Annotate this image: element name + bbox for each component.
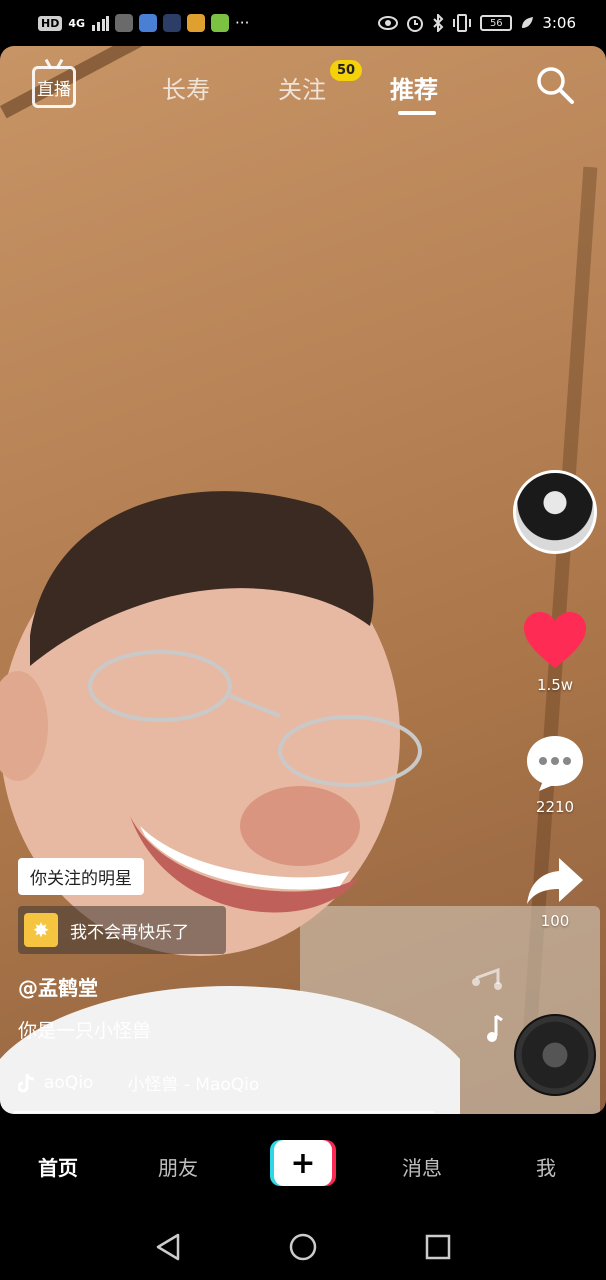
photo-app-icon [163,14,182,32]
bottom-tab-bar: 首页 朋友 + 消息 我 [0,1114,606,1214]
vibrate-icon [453,14,472,32]
comment-count: 2210 [535,798,575,816]
hd-badge: HD [38,15,63,31]
status-bar: HD 4G ··· 56 3:06 [0,0,606,46]
share-action[interactable]: 100 [518,856,592,930]
back-icon[interactable] [154,1232,182,1262]
wallet-app-icon [211,14,230,32]
music-app-icon [139,14,158,32]
author-name[interactable]: @孟鹤堂 [18,972,98,1001]
more-notifications-icon: ··· [235,14,250,32]
game-app-icon [187,14,206,32]
tab-longevity[interactable]: 长寿 [162,70,210,105]
floating-music-notes-icon [472,967,503,1042]
top-nav: 直播 长寿 关注 50 推荐 [0,60,606,120]
tab-friends[interactable]: 朋友 [158,1152,198,1181]
create-button[interactable]: + [270,1140,336,1186]
network-label: 4G [68,16,86,30]
video-description: 你是一只小怪兽 [18,1020,152,1042]
sticker-icon: ✸ [24,913,58,947]
tab-following[interactable]: 关注 [278,70,326,105]
tab-home[interactable]: 首页 [38,1152,78,1181]
video-progress-bar[interactable] [14,1111,434,1113]
live-button[interactable]: 直播 [32,66,76,108]
leaf-icon [522,17,534,28]
plus-icon: + [274,1140,332,1186]
following-star-chip[interactable]: 你关注的明星 [18,858,144,895]
bluetooth-icon [433,14,444,32]
creator-avatar[interactable] [513,470,597,554]
search-icon[interactable] [534,64,576,106]
signal-icon [92,16,110,31]
like-action[interactable]: 1.5w [518,612,592,694]
alarm-icon [407,16,424,32]
tab-recommended[interactable]: 推荐 [390,70,438,105]
home-icon[interactable] [288,1232,318,1262]
comment-action[interactable]: 2210 [518,734,592,816]
music-title: 小怪兽 - MaoQio [127,1075,260,1095]
recents-icon[interactable] [424,1233,452,1261]
clock: 3:06 [542,14,576,32]
active-tab-indicator [398,111,436,115]
battery-icon: 56 [480,15,513,31]
share-count: 100 [540,912,570,930]
music-disc[interactable] [514,1014,596,1096]
following-count-badge: 50 [330,60,363,81]
share-arrow-icon[interactable] [525,856,585,906]
heart-icon[interactable] [524,612,586,670]
tab-me[interactable]: 我 [536,1152,556,1181]
music-user: aoQio [44,1072,94,1093]
comment-icon[interactable] [525,734,585,792]
sticker-chip[interactable]: ✸ 我不会再快乐了 [18,906,226,954]
eye-icon [378,16,399,30]
tiktok-note-icon [18,1073,35,1092]
notification-app-icon [115,14,134,32]
tab-messages[interactable]: 消息 [402,1152,442,1181]
music-info[interactable]: aoQio 小怪兽 - MaoQio [18,1070,259,1095]
like-count: 1.5w [536,676,574,694]
sticker-label: 我不会再快乐了 [70,922,189,943]
system-nav-bar [0,1214,606,1280]
